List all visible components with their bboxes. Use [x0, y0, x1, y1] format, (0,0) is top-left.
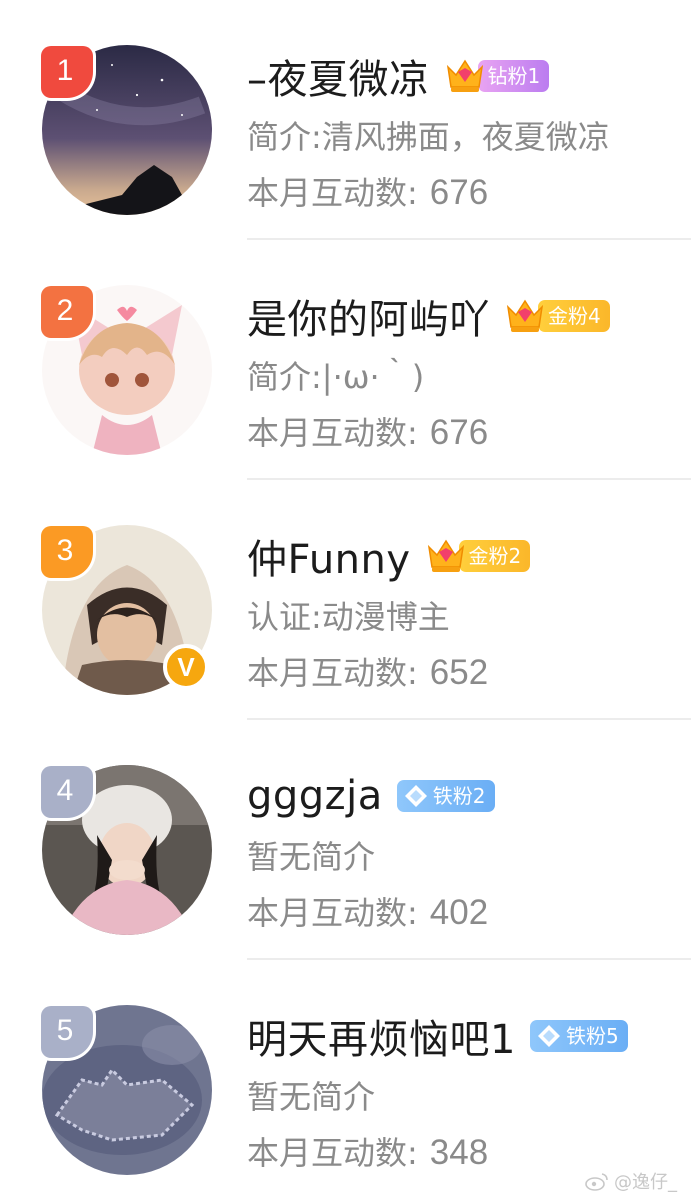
- stat-value: 676: [429, 413, 489, 452]
- fan-level-badge: 金粉4: [504, 296, 610, 336]
- list-item[interactable]: 5 明天再烦恼吧1 铁粉5 暂无简介 本月互动数: 348: [0, 960, 691, 1200]
- rank-badge: 5: [41, 1006, 93, 1058]
- stat-value: 402: [429, 893, 489, 932]
- user-name[interactable]: gggzja: [247, 773, 383, 819]
- fan-level-badge: 金粉2: [425, 536, 531, 576]
- fan-level-label: 金粉4: [538, 300, 610, 332]
- watermark: @逸仔_: [584, 1168, 677, 1194]
- rank-badge: 3: [41, 526, 93, 578]
- fan-level-badge: 铁粉5: [529, 1016, 628, 1056]
- monthly-interaction: 本月互动数: 348: [247, 1128, 488, 1174]
- list-item[interactable]: 3 仲Funny 金粉2 认证:动漫博主 本月互动数: 652: [0, 480, 691, 720]
- user-bio: 简介:清风拂面，夜夏微凉: [247, 118, 610, 156]
- fan-level-badge: 钻粉1: [444, 56, 550, 96]
- rank-badge: 2: [41, 286, 93, 338]
- rank-badge: 1: [41, 46, 93, 98]
- weibo-logo-icon: [585, 1173, 608, 1191]
- list-item[interactable]: 2 是你的阿屿吖 金粉4 简介:|·ω·｀) 本月互动数: 676: [0, 240, 691, 480]
- stat-label: 本月互动数:: [247, 894, 418, 932]
- user-name[interactable]: 明天再烦恼吧1: [247, 1007, 516, 1065]
- monthly-interaction: 本月互动数: 402: [247, 888, 488, 934]
- monthly-interaction: 本月互动数: 676: [247, 408, 488, 454]
- user-name[interactable]: 仲Funny: [247, 527, 411, 585]
- user-bio: 简介:|·ω·｀): [247, 358, 425, 396]
- user-name[interactable]: –夜夏微凉: [247, 47, 430, 105]
- diamond-icon: [537, 1025, 560, 1047]
- monthly-interaction: 本月互动数: 652: [247, 648, 488, 694]
- crown-icon: [506, 299, 544, 332]
- fan-level-label: 金粉2: [458, 540, 531, 572]
- fan-level-badge: 铁粉2: [396, 776, 495, 816]
- list-item[interactable]: 1 –夜夏微凉 钻粉1 简介:清风拂面，夜夏微凉 本月互动数: 676: [0, 0, 691, 240]
- stat-value: 676: [429, 173, 489, 212]
- fan-level-label: 钻粉1: [477, 60, 550, 92]
- stat-value: 652: [429, 653, 489, 692]
- stat-label: 本月互动数:: [247, 174, 418, 212]
- watermark-text: @逸仔_: [614, 1172, 677, 1193]
- stat-value: 348: [429, 1133, 489, 1172]
- user-name[interactable]: 是你的阿屿吖: [247, 287, 490, 345]
- crown-icon: [446, 59, 483, 92]
- user-bio: 认证:动漫博主: [247, 598, 450, 636]
- fan-ranking-list: 1 –夜夏微凉 钻粉1 简介:清风拂面，夜夏微凉 本月互动数: 676 2 是你…: [0, 0, 691, 1200]
- stat-label: 本月互动数:: [247, 414, 418, 452]
- user-bio: 暂无简介: [247, 1078, 376, 1116]
- user-bio: 暂无简介: [247, 838, 376, 876]
- diamond-icon: [404, 785, 427, 807]
- list-item[interactable]: 4 gggzja 铁粉2 暂无简介 本月互动数: 402: [0, 720, 691, 960]
- stat-label: 本月互动数:: [247, 1134, 418, 1172]
- monthly-interaction: 本月互动数: 676: [247, 168, 488, 214]
- verified-badge: V: [163, 644, 209, 690]
- stat-label: 本月互动数:: [247, 654, 418, 692]
- rank-badge: 4: [41, 766, 93, 818]
- crown-icon: [427, 539, 464, 572]
